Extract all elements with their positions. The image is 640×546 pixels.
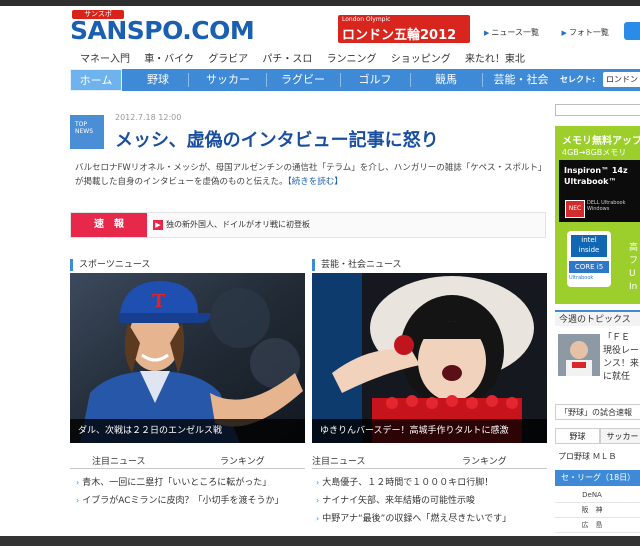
tab-sports-featured[interactable]: 注目ニュース <box>92 454 146 467</box>
nav-entertainment[interactable]: 芸能・社会 <box>484 69 558 91</box>
entertainment-section-head: 芸能・社会ニュース <box>312 259 402 271</box>
subnav-running[interactable]: ランニング <box>327 54 377 65</box>
select-label: セレクト: <box>560 75 596 84</box>
nav-golf[interactable]: ゴルフ <box>344 69 406 91</box>
nav-baseball[interactable]: 野球 <box>130 69 186 91</box>
article-date: 2012.7.18 12:00 <box>115 113 182 122</box>
intel-logo: intel inside <box>571 235 607 257</box>
photo-list-link[interactable]: ▶ フォト一覧 <box>562 28 619 37</box>
sports-caption: ダル、次戦は２２日のエンゼルス戦 <box>70 419 305 443</box>
league-links[interactable]: プロ野球 ＭＬＢ <box>558 451 617 462</box>
ad-product-type: Ultrabook™ <box>564 177 617 186</box>
nav-divider <box>188 73 189 87</box>
list-item[interactable]: › 青木、一回に二塁打「いいところに転がった」 <box>76 476 308 490</box>
sports-photo[interactable]: T ダル、次戦は２２日のエンゼルス戦 <box>70 273 305 443</box>
news-list-link[interactable]: ▶ ニュース一覧 <box>484 28 549 37</box>
topics-heading: 今週のトピックス <box>555 310 640 326</box>
olympic-banner[interactable]: London Olympic ロンドン五輪2012 <box>338 15 470 43</box>
entertainment-caption: ゆきりんバースデー！高城手作りタルトに感激 <box>312 419 547 443</box>
site-logo[interactable]: SANSPO.COM <box>70 16 255 45</box>
nav-rugby[interactable]: ラグビー <box>270 69 336 91</box>
topic-text[interactable]: 「ＦＥ 現役レー ンス！来 に就任 <box>603 332 639 384</box>
entertainment-photo[interactable]: ゆきりんバースデー！高城手作りタルトに感激 <box>312 273 547 443</box>
topic-thumbnail[interactable] <box>558 334 600 376</box>
subnav-pachislot[interactable]: パチ・スロ <box>262 54 312 65</box>
birthday-photo-image <box>312 273 547 443</box>
intel-ultrabook: Ultrabook <box>569 275 594 281</box>
arrow-icon: ▶ <box>153 220 163 230</box>
svg-text:T: T <box>152 291 166 312</box>
headline-lede: バルセロナFWリオネル・メッシが、母国アルゼンチンの通信社「テラム」を介し、ハン… <box>75 163 547 187</box>
subnav-tohoku[interactable]: 来たれ！東北 <box>465 54 525 65</box>
bottom-bar <box>0 536 640 546</box>
tab-sports-ranking[interactable]: ランキング <box>220 454 265 467</box>
breaking-text[interactable]: 独の新外国人、ドイルがオリ戦に初登板 <box>166 219 310 230</box>
tab-ent-featured[interactable]: 注目ニュース <box>312 454 366 467</box>
olympic-banner-sub: London Olympic <box>342 16 391 23</box>
subnav-money[interactable]: マネー入門 <box>80 54 130 65</box>
read-more-link[interactable]: 【続きを読む】 <box>288 177 343 187</box>
subnav-gravure[interactable]: グラビア <box>208 54 248 65</box>
subnav-shopping[interactable]: ショッピング <box>391 54 451 65</box>
list-item[interactable]: › ナイナイ矢部、来年結婚の可能性示唆 <box>316 494 548 508</box>
nav-divider <box>410 73 411 87</box>
section-select[interactable]: ロンドン <box>603 72 640 87</box>
game-tabs: 野球 サッカー <box>555 428 640 444</box>
baseball-player-image: T <box>70 273 305 443</box>
nec-logo: NEC <box>565 200 585 218</box>
search-button[interactable] <box>624 22 640 40</box>
intel-core-i5: CORE i5 <box>569 261 609 273</box>
list-item[interactable]: › 中野アナ“最後”の収録へ「燃え尽きたいです」 <box>316 512 548 526</box>
topic-image <box>558 334 600 376</box>
top-news-badge: TOP NEWS <box>70 115 104 149</box>
score-table: DeNA 阪 神 広 島 <box>555 488 640 533</box>
intel-badge: intel inside CORE i5 Ultrabook <box>567 231 611 287</box>
main-navigation: ホーム 野球 サッカー ラグビー ゴルフ 競馬 芸能・社会 セレクト: ロンドン <box>70 69 640 91</box>
sports-section-head: スポーツニュース <box>70 259 150 271</box>
entertainment-news-list: › 大島優子、１２時間で１０００キロ行脚！ › ナイナイ矢部、来年結婚の可能性示唆 … <box>316 476 548 530</box>
bullet-icon: › <box>316 478 320 487</box>
page: サンスポ SANSPO.COM London Olympic ロンドン五輪201… <box>0 6 640 536</box>
ad-headline: メモリ無料アップ <box>562 136 640 147</box>
nav-divider <box>266 73 267 87</box>
ad-product-name: Inspiron™ 14z <box>564 166 628 175</box>
breaking-badge: 速 報 <box>71 213 147 237</box>
bullet-icon: › <box>316 496 320 505</box>
top-links: ▶ ニュース一覧 ▶ フォト一覧 <box>484 27 629 38</box>
sidebar-search-input[interactable] <box>555 104 640 116</box>
list-item[interactable]: › イブラがACミランに皮肉？「小切手を渡そうか」 <box>76 494 308 508</box>
dell-ad[interactable]: メモリ無料アップ 4GB→8GBメモリ Inspiron™ 14z Ultrab… <box>555 126 640 304</box>
league-bar: セ・リーグ（18日） <box>555 470 640 486</box>
sports-news-list: › 青木、一回に二塁打「いいところに転がった」 › イブラがACミランに皮肉？「小切… <box>76 476 308 512</box>
entertainment-tabs: 注目ニュース ランキング <box>312 454 547 469</box>
ad-product-panel: Inspiron™ 14z Ultrabook™ NEC DELL Ultrab… <box>559 160 640 222</box>
breaking-news: 速 報 ▶ 独の新外国人、ドイルがオリ戦に初登板 <box>70 212 546 238</box>
bullet-icon: › <box>76 478 80 487</box>
game-results-heading: 「野球」の試合速報 <box>555 404 640 420</box>
triangle-icon: ▶ <box>561 29 567 37</box>
list-item[interactable]: › 大島優子、１２時間で１０００キロ行脚！ <box>316 476 548 490</box>
sports-tabs: 注目ニュース ランキング <box>70 454 305 469</box>
nav-soccer[interactable]: サッカー <box>192 69 264 91</box>
ad-side-text: 高 フ U In <box>629 243 639 292</box>
bullet-icon: › <box>76 496 80 505</box>
table-row[interactable]: 阪 神 <box>555 503 640 518</box>
ad-subline: 4GB→8GBメモリ <box>562 148 627 157</box>
nav-home[interactable]: ホーム <box>70 69 122 91</box>
tab-ent-ranking[interactable]: ランキング <box>462 454 507 467</box>
tab-game-soccer[interactable]: サッカー <box>600 428 640 444</box>
sub-navigation: マネー入門 車・バイク グラビア パチ・スロ ランニング ショッピング 来たれ！… <box>80 50 536 65</box>
table-row[interactable]: DeNA <box>555 488 640 503</box>
bullet-icon: › <box>316 514 320 523</box>
nav-divider <box>482 73 483 87</box>
nav-keiba[interactable]: 競馬 <box>414 69 478 91</box>
ad-small-print: DELL Ultrabook Windows <box>587 200 626 212</box>
triangle-icon: ▶ <box>484 29 490 37</box>
olympic-banner-title: ロンドン五輪2012 <box>342 28 457 43</box>
nav-divider <box>340 73 341 87</box>
tab-game-baseball[interactable]: 野球 <box>555 428 600 444</box>
subnav-car-bike[interactable]: 車・バイク <box>144 54 194 65</box>
table-row[interactable]: 広 島 <box>555 518 640 533</box>
headline-title[interactable]: メッシ、虚偽のインタビュー記事に怒り <box>115 126 439 152</box>
